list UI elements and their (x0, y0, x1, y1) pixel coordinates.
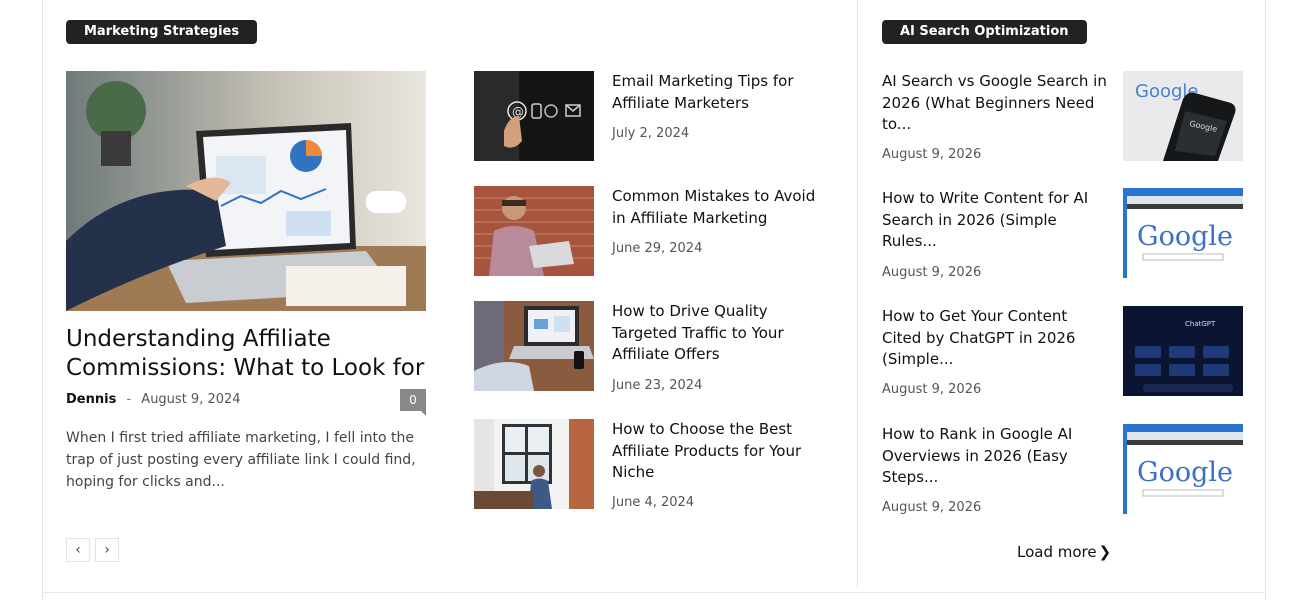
load-more-label: Load more (1017, 543, 1097, 561)
post-thumbnail[interactable]: Google (1123, 188, 1243, 278)
post-thumbnail[interactable]: Google (1123, 424, 1243, 514)
pager-prev-button[interactable]: ‹ (66, 538, 90, 562)
frame-right-border (1265, 0, 1266, 600)
post-thumbnail[interactable]: @ (474, 71, 594, 161)
column-divider (857, 0, 858, 588)
post-date: August 9, 2026 (882, 500, 982, 515)
post-date: June 4, 2024 (612, 495, 695, 510)
bottom-divider (42, 592, 1266, 593)
post-thumbnail[interactable]: ChatGPT (1123, 306, 1243, 396)
post-date: June 23, 2024 (612, 378, 703, 393)
post-title[interactable]: How to Write Content for AI Search in 20… (882, 188, 1107, 253)
post-date: July 2, 2024 (612, 126, 690, 141)
post-title[interactable]: How to Drive Quality Targeted Traffic to… (612, 301, 832, 366)
featured-image[interactable] (66, 71, 426, 311)
load-more-button[interactable]: Load more ❯ (1017, 543, 1111, 561)
post-thumbnail[interactable] (474, 419, 594, 509)
post-date: August 9, 2026 (882, 147, 982, 162)
thumb-logo-text: Google (1137, 221, 1233, 252)
featured-post-title[interactable]: Understanding Affiliate Commissions: Wha… (66, 325, 426, 383)
post-title[interactable]: How to Rank in Google AI Overviews in 20… (882, 424, 1107, 489)
post-title[interactable]: AI Search vs Google Search in 2026 (What… (882, 71, 1107, 136)
frame-left-border (42, 0, 43, 600)
post-date: August 9, 2024 (141, 392, 241, 407)
meta-separator: - (126, 392, 132, 407)
post-thumbnail[interactable]: Google Google (1123, 71, 1243, 161)
category-label-ai-search[interactable]: AI Search Optimization (882, 20, 1087, 44)
comment-count-badge[interactable]: 0 (400, 389, 426, 416)
post-title[interactable]: Common Mistakes to Avoid in Affiliate Ma… (612, 186, 832, 229)
post-title[interactable]: Email Marketing Tips for Affiliate Marke… (612, 71, 832, 114)
post-thumbnail[interactable] (474, 301, 594, 391)
post-date: August 9, 2026 (882, 382, 982, 397)
chevron-right-icon: ❯ (1098, 543, 1112, 561)
post-title[interactable]: How to Get Your Content Cited by ChatGPT… (882, 306, 1107, 371)
post-title[interactable]: How to Choose the Best Affiliate Product… (612, 419, 832, 484)
pager-next-button[interactable]: › (95, 538, 119, 562)
category-label-marketing[interactable]: Marketing Strategies (66, 20, 258, 44)
thumb-logo-text: ChatGPT (1185, 320, 1216, 328)
post-date: August 9, 2026 (882, 265, 982, 280)
post-thumbnail[interactable] (474, 186, 594, 276)
thumb-logo-text: Google (1137, 457, 1233, 488)
post-date: June 29, 2024 (612, 241, 703, 256)
post-author[interactable]: Dennis (66, 392, 116, 407)
featured-post-excerpt: When I first tried affiliate marketing, … (66, 430, 416, 490)
featured-post-meta: Dennis - August 9, 2024 (66, 392, 241, 407)
